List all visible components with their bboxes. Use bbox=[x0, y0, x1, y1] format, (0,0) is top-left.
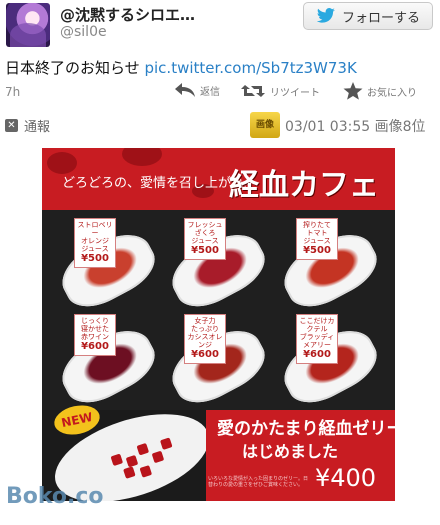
menu-item: じっくり 寝かせた 赤ワイン ¥600 bbox=[52, 314, 164, 414]
meta-row: ✕ 通報 画像 03/01 03:55 画像8位 bbox=[0, 110, 440, 138]
price-tag: 女子力 たっぷり カシスオレンジ ¥600 bbox=[184, 314, 226, 364]
reply-icon bbox=[175, 83, 195, 97]
post-datetime: 03/01 03:55 画像8位 bbox=[285, 119, 426, 135]
retweet-label: リツイート bbox=[270, 87, 320, 99]
price-tag: 搾りたて トマト ジュース ¥500 bbox=[296, 218, 338, 260]
price-label: ¥500 bbox=[191, 245, 219, 256]
menu-item: 搾りたて トマト ジュース ¥500 bbox=[274, 218, 386, 318]
reply-label: 返信 bbox=[200, 86, 220, 98]
menu-item: ストロベリー オレンジ ジュース ¥500 bbox=[52, 218, 164, 318]
jelly-headline: 愛のかたまり経血ゼリー bbox=[217, 419, 395, 439]
price-tag: ストロベリー オレンジ ジュース ¥500 bbox=[74, 218, 116, 268]
jelly-note: いろいろな愛情が入った固まりのゼリー。日替わりの愛の重さをぜひご賞味ください。 bbox=[208, 476, 308, 488]
gold-badge-icon: 画像 bbox=[250, 112, 280, 138]
close-icon: ✕ bbox=[5, 119, 18, 132]
image-slogan: どろどろの、愛情を召し上がれ。 bbox=[62, 176, 258, 191]
price-label: ¥500 bbox=[81, 253, 109, 264]
price-tag: ここだけカクテル ブラッディ メアリー ¥600 bbox=[296, 314, 338, 364]
image-title: 経血カフェ bbox=[229, 168, 379, 203]
jelly-subhead: はじめました bbox=[242, 442, 339, 461]
price-label: ¥600 bbox=[81, 341, 109, 352]
price-label: ¥600 bbox=[303, 349, 331, 360]
price-label: ¥600 bbox=[191, 349, 219, 360]
report-button[interactable]: ✕ 通報 bbox=[5, 116, 50, 135]
tweet-body: 日本終了のお知らせ bbox=[5, 59, 140, 77]
retweet-icon bbox=[241, 85, 265, 97]
price-tag: じっくり 寝かせた 赤ワイン ¥600 bbox=[74, 314, 116, 356]
menu-grid: ストロベリー オレンジ ジュース ¥500 フレッシュ ざくろ ジュース ¥500 搾り… bbox=[42, 210, 395, 414]
tweet-image[interactable]: どろどろの、愛情を召し上がれ。 経血カフェ ストロベリー オレンジ ジュース ¥50… bbox=[42, 148, 395, 501]
favorite-label: お気に入り bbox=[367, 87, 417, 99]
retweet-button[interactable]: リツイート bbox=[240, 82, 320, 100]
report-label: 通報 bbox=[24, 120, 51, 135]
menu-item: 女子力 たっぷり カシスオレンジ ¥600 bbox=[162, 314, 274, 414]
tweet-actions: 返信 リツイート お気に入り bbox=[0, 80, 440, 104]
image-header: どろどろの、愛情を召し上がれ。 経血カフェ bbox=[42, 148, 395, 210]
tweet-header: @沈黙するシロエ… @sil0e フォローする bbox=[0, 0, 440, 52]
tweet-link[interactable]: pic.twitter.com/Sb7tz3W73K bbox=[144, 59, 356, 77]
menu-item: ここだけカクテル ブラッディ メアリー ¥600 bbox=[274, 314, 386, 414]
follow-button[interactable]: フォローする bbox=[303, 2, 433, 30]
avatar[interactable] bbox=[6, 3, 50, 47]
user-handle[interactable]: @sil0e bbox=[60, 24, 107, 40]
site-watermark: Boko.co bbox=[6, 484, 104, 509]
star-icon bbox=[343, 82, 363, 100]
price-tag: フレッシュ ざくろ ジュース ¥500 bbox=[184, 218, 226, 260]
twitter-bird-icon bbox=[316, 8, 335, 23]
reply-button[interactable]: 返信 bbox=[174, 82, 220, 98]
display-name[interactable]: @沈黙するシロエ… bbox=[60, 4, 195, 25]
follow-label: フォローする bbox=[341, 10, 420, 26]
favorite-button[interactable]: お気に入り bbox=[343, 82, 417, 100]
jelly-price: ¥400 bbox=[315, 464, 377, 492]
menu-item: フレッシュ ざくろ ジュース ¥500 bbox=[162, 218, 274, 318]
tweet-text: 日本終了のお知らせ pic.twitter.com/Sb7tz3W73K bbox=[5, 57, 357, 78]
price-label: ¥500 bbox=[303, 245, 331, 256]
